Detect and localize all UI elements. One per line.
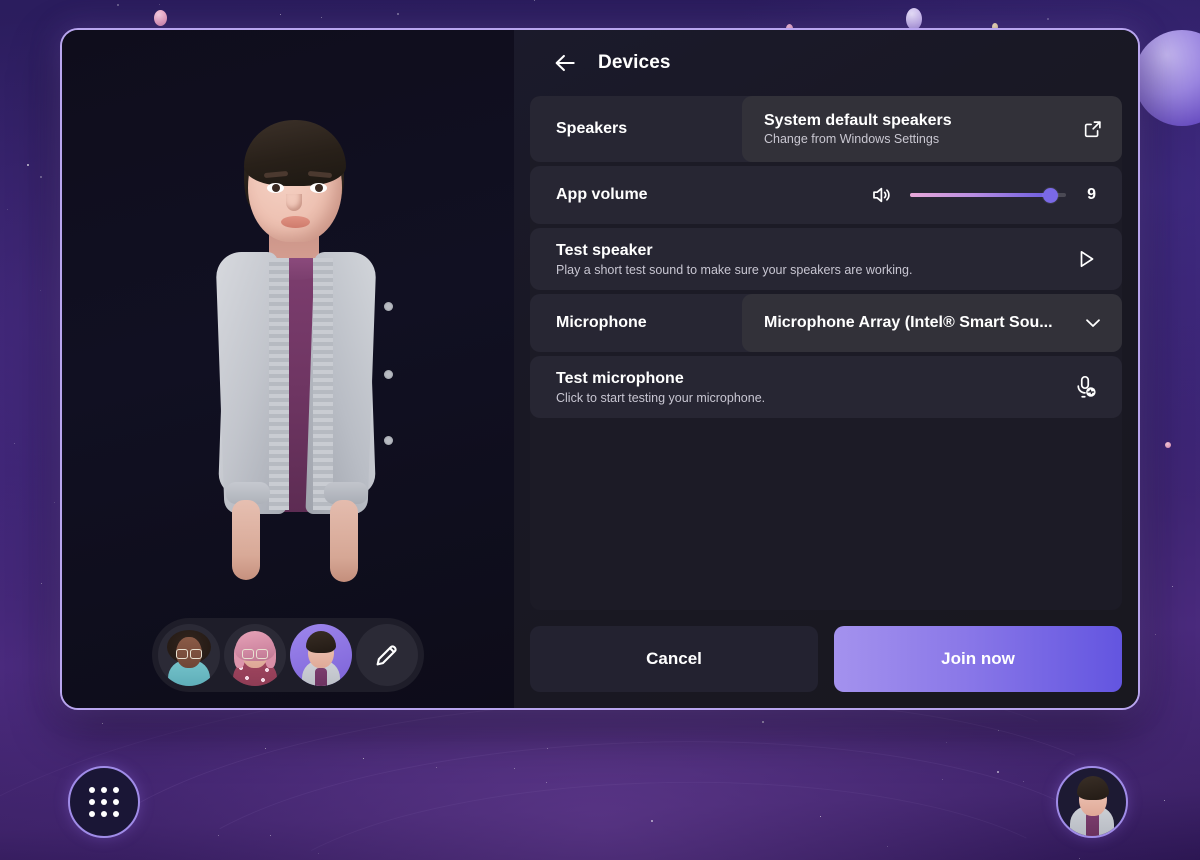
- devices-settings-panel: Devices Speakers System default speakers…: [514, 30, 1138, 708]
- test-microphone-button[interactable]: [1072, 374, 1122, 400]
- test-speaker-text: Test speaker Play a short test sound to …: [530, 242, 912, 277]
- background-arc: [145, 724, 1135, 860]
- star: [762, 721, 764, 723]
- avatar-option-2[interactable]: [224, 624, 286, 686]
- decorative-sphere-lavender: [906, 8, 922, 30]
- dialog-actions: Cancel Join now: [530, 610, 1122, 692]
- star: [40, 176, 42, 178]
- star: [321, 17, 322, 18]
- test-speaker-sub: Play a short test sound to make sure you…: [556, 262, 913, 277]
- user-avatar-icon: [1058, 768, 1126, 836]
- star: [318, 853, 319, 854]
- page-title: Devices: [598, 52, 671, 73]
- star: [1164, 800, 1165, 801]
- microphone-select[interactable]: Microphone Array (Intel® Smart Sou...: [742, 294, 1122, 352]
- avatar-picker: [152, 618, 424, 692]
- test-microphone-sub: Click to start testing your microphone.: [556, 390, 766, 405]
- star: [218, 835, 219, 836]
- star: [270, 835, 271, 836]
- app-volume-value: 9: [1087, 186, 1096, 203]
- star: [946, 742, 947, 743]
- star: [159, 4, 160, 5]
- star: [14, 443, 15, 444]
- speakers-value-sub: Change from Windows Settings: [764, 132, 940, 146]
- speakers-value-button[interactable]: System default speakers Change from Wind…: [742, 96, 1122, 162]
- avatar-preview-panel: [62, 30, 514, 708]
- external-link-icon[interactable]: [1082, 118, 1104, 140]
- star: [546, 782, 547, 783]
- row-speakers: Speakers System default speakers Change …: [530, 96, 1122, 162]
- star: [27, 164, 29, 166]
- star: [280, 14, 281, 15]
- star: [1023, 781, 1024, 782]
- volume-controls: 9: [870, 183, 1122, 207]
- star: [820, 816, 821, 817]
- decorative-sphere-large: [1134, 30, 1200, 126]
- row-microphone: Microphone Microphone Array (Intel® Smar…: [530, 294, 1122, 352]
- back-arrow-icon[interactable]: [552, 50, 578, 76]
- star: [1172, 586, 1173, 587]
- star: [651, 820, 653, 822]
- app-grid-icon: [89, 787, 119, 817]
- speakers-label: Speakers: [556, 120, 628, 137]
- row-test-speaker[interactable]: Test speaker Play a short test sound to …: [530, 228, 1122, 290]
- decorative-sphere-pink: [154, 10, 167, 26]
- star: [1079, 858, 1080, 859]
- play-icon: [1080, 250, 1094, 268]
- settings-rows: Speakers System default speakers Change …: [530, 96, 1122, 610]
- settings-header: Devices: [530, 30, 1122, 96]
- join-meeting-card: Devices Speakers System default speakers…: [60, 28, 1140, 710]
- star: [436, 767, 437, 768]
- star: [1155, 634, 1156, 635]
- decorative-sphere-pink-tiny: [1165, 442, 1171, 448]
- test-microphone-text: Test microphone Click to start testing y…: [530, 370, 765, 405]
- star: [942, 779, 943, 780]
- chevron-down-icon[interactable]: [1082, 312, 1104, 334]
- avatar-3d-render: [62, 30, 514, 708]
- app-volume-slider[interactable]: [910, 186, 1066, 204]
- microphone-label: Microphone: [556, 314, 647, 331]
- slider-fill: [910, 193, 1051, 197]
- avatar-option-3[interactable]: [290, 624, 352, 686]
- star: [998, 730, 999, 731]
- star: [1047, 18, 1049, 20]
- star: [887, 846, 888, 847]
- star: [997, 771, 999, 773]
- star: [534, 0, 535, 1]
- star: [547, 748, 548, 749]
- microphone-value: Microphone Array (Intel® Smart Sou...: [764, 314, 1053, 331]
- star: [117, 4, 119, 6]
- star: [397, 13, 399, 15]
- edit-avatar-button[interactable]: [356, 624, 418, 686]
- pencil-icon: [376, 645, 397, 666]
- speakers-value-title: System default speakers: [764, 112, 952, 129]
- test-speaker-label: Test speaker: [556, 241, 653, 259]
- microphone-test-icon: [1077, 375, 1096, 398]
- star: [102, 723, 103, 724]
- app-root: Devices Speakers System default speakers…: [0, 0, 1200, 860]
- app-grid-button[interactable]: [68, 766, 140, 838]
- speaker-wave-icon[interactable]: [870, 183, 894, 207]
- app-volume-label: App volume: [556, 186, 648, 203]
- star: [54, 502, 55, 503]
- row-app-volume: App volume 9: [530, 166, 1122, 224]
- star: [514, 768, 515, 769]
- background-arc: [247, 774, 1093, 860]
- star: [363, 758, 364, 759]
- star: [41, 583, 42, 584]
- star: [265, 748, 266, 749]
- test-microphone-label: Test microphone: [556, 369, 684, 387]
- star: [7, 209, 8, 210]
- row-test-microphone[interactable]: Test microphone Click to start testing y…: [530, 356, 1122, 418]
- cancel-button[interactable]: Cancel: [530, 626, 818, 692]
- star: [40, 290, 41, 291]
- avatar-option-1[interactable]: [158, 624, 220, 686]
- join-now-button[interactable]: Join now: [834, 626, 1122, 692]
- slider-thumb[interactable]: [1042, 187, 1058, 203]
- user-avatar-button[interactable]: [1056, 766, 1128, 838]
- test-speaker-play-button[interactable]: [1074, 247, 1122, 271]
